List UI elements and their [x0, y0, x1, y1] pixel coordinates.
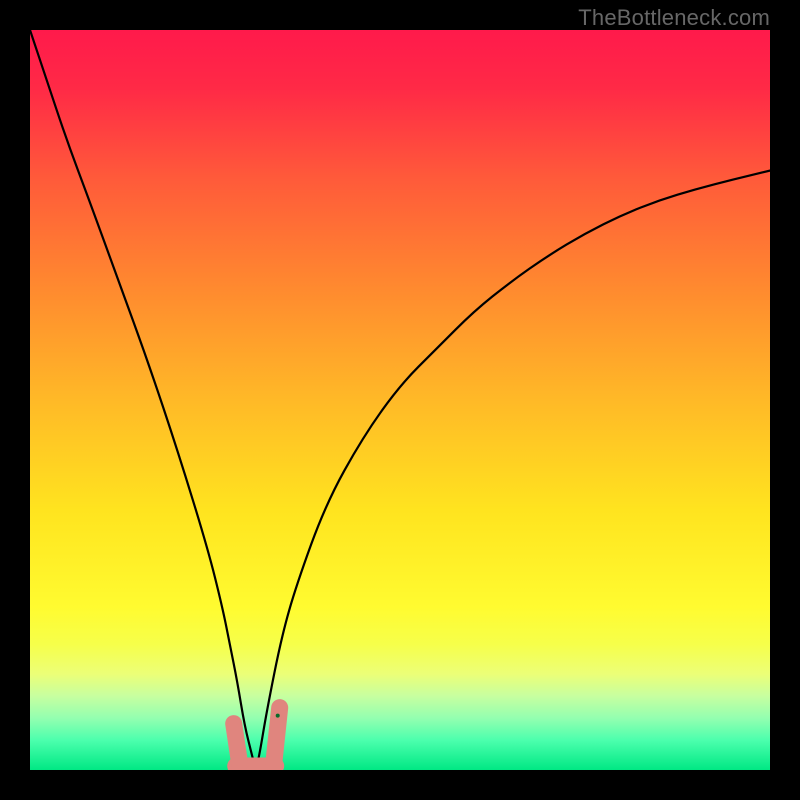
chart-frame: TheBottleneck.com — [0, 0, 800, 800]
background-gradient — [30, 30, 770, 770]
plot-area — [30, 30, 770, 770]
watermark-text: TheBottleneck.com — [578, 5, 770, 31]
